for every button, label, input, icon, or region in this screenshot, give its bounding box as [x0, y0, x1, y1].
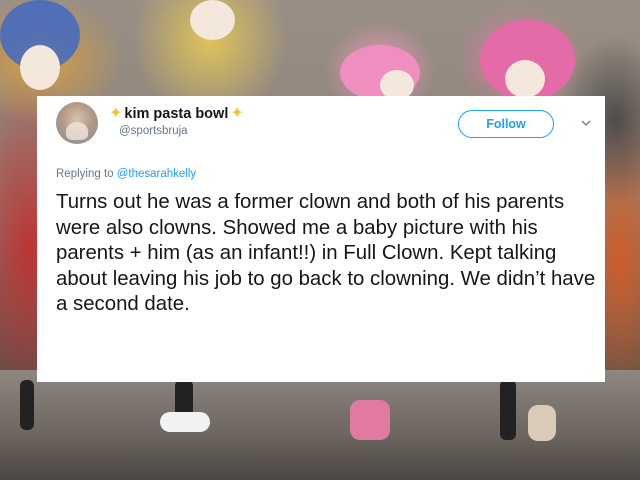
follow-button[interactable]: Follow — [458, 110, 554, 138]
display-name[interactable]: kim pasta bowl — [124, 106, 228, 122]
chevron-down-icon[interactable] — [581, 118, 591, 128]
display-name-row[interactable]: ✦ kim pasta bowl ✦ — [109, 104, 244, 124]
tweet-text: Turns out he was a former clown and both… — [56, 191, 596, 316]
clown-leg — [500, 380, 516, 440]
clown-face — [190, 0, 235, 40]
clown-face — [505, 60, 545, 98]
tweet-card: ✦ kim pasta bowl ✦ @sportsbruja Follow R… — [37, 96, 605, 382]
clown-shoe — [528, 405, 556, 441]
sparkle-icon: ✦ — [230, 105, 244, 122]
sparkle-icon: ✦ — [109, 105, 123, 122]
reply-prefix: Replying to — [56, 168, 114, 180]
clown-leg — [20, 380, 34, 430]
replying-to-line: Replying to @thesarahkelly — [56, 168, 196, 180]
avatar[interactable] — [56, 102, 98, 144]
reply-mention-link[interactable]: @thesarahkelly — [117, 168, 196, 180]
clown-face — [20, 45, 60, 90]
clown-shoe — [350, 400, 390, 440]
user-handle[interactable]: @sportsbruja — [119, 125, 188, 137]
clown-shoe — [160, 412, 210, 432]
